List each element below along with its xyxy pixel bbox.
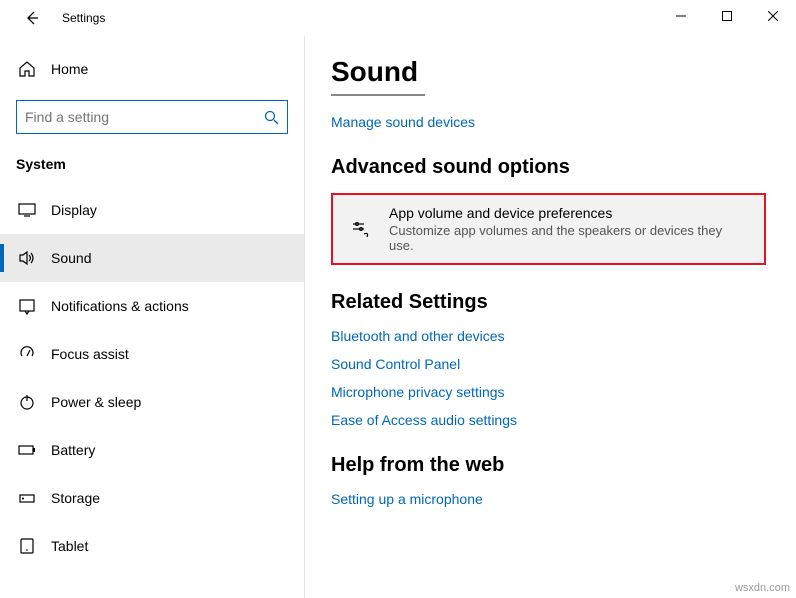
tablet-icon <box>16 537 38 555</box>
maximize-icon <box>722 11 732 21</box>
sidebar-category: System <box>16 156 304 172</box>
home-label: Home <box>51 61 88 77</box>
sliders-icon <box>347 218 375 240</box>
sidebar-item-label: Power & sleep <box>51 394 141 410</box>
back-button[interactable] <box>16 2 48 34</box>
sidebar-item-focus-assist[interactable]: Focus assist <box>0 330 304 378</box>
sidebar-item-label: Storage <box>51 490 100 506</box>
watermark: wsxdn.com <box>735 582 790 594</box>
sidebar-item-display[interactable]: Display <box>0 186 304 234</box>
maximize-button[interactable] <box>704 0 750 32</box>
sidebar-item-sound[interactable]: Sound <box>0 234 304 282</box>
manage-sound-devices-link[interactable]: Manage sound devices <box>331 114 796 130</box>
display-icon <box>16 201 38 219</box>
link-setting-up-microphone[interactable]: Setting up a microphone <box>331 491 796 507</box>
link-bluetooth[interactable]: Bluetooth and other devices <box>331 328 796 344</box>
help-heading: Help from the web <box>331 454 796 477</box>
link-microphone-privacy[interactable]: Microphone privacy settings <box>331 384 796 400</box>
search-icon <box>264 110 279 125</box>
sidebar-item-storage[interactable]: Storage <box>0 474 304 522</box>
card-subtitle: Customize app volumes and the speakers o… <box>389 223 750 253</box>
minimize-button[interactable] <box>658 0 704 32</box>
sidebar-item-label: Notifications & actions <box>51 298 189 314</box>
advanced-options-heading: Advanced sound options <box>331 156 796 179</box>
notifications-icon <box>16 297 38 315</box>
focus-icon <box>16 345 38 363</box>
link-ease-of-access-audio[interactable]: Ease of Access audio settings <box>331 412 796 428</box>
window-title: Settings <box>62 11 105 25</box>
battery-icon <box>16 441 38 459</box>
sound-icon <box>16 249 38 267</box>
power-icon <box>16 393 38 411</box>
sidebar-item-battery[interactable]: Battery <box>0 426 304 474</box>
title-underline <box>331 94 425 96</box>
card-title: App volume and device preferences <box>389 205 750 221</box>
link-sound-control-panel[interactable]: Sound Control Panel <box>331 356 796 372</box>
close-icon <box>768 11 778 21</box>
minimize-icon <box>676 11 686 21</box>
close-button[interactable] <box>750 0 796 32</box>
sidebar-item-label: Sound <box>51 250 91 266</box>
sidebar-item-notifications[interactable]: Notifications & actions <box>0 282 304 330</box>
home-nav[interactable]: Home <box>16 50 304 88</box>
sidebar-item-power-sleep[interactable]: Power & sleep <box>0 378 304 426</box>
sidebar-item-tablet[interactable]: Tablet <box>0 522 304 570</box>
arrow-left-icon <box>24 10 40 26</box>
sidebar-item-label: Focus assist <box>51 346 129 362</box>
sidebar-item-label: Display <box>51 202 97 218</box>
sidebar: Home System Display Sound Notifications … <box>0 36 305 598</box>
related-settings-heading: Related Settings <box>331 291 796 314</box>
home-icon <box>16 60 38 78</box>
main-content: Sound Manage sound devices Advanced soun… <box>305 36 796 598</box>
sidebar-item-label: Tablet <box>51 538 88 554</box>
page-title: Sound <box>331 56 796 88</box>
storage-icon <box>16 489 38 507</box>
search-input-wrap[interactable] <box>16 100 288 134</box>
search-input[interactable] <box>25 109 264 125</box>
sidebar-item-label: Battery <box>51 442 95 458</box>
app-volume-card[interactable]: App volume and device preferences Custom… <box>331 193 766 265</box>
